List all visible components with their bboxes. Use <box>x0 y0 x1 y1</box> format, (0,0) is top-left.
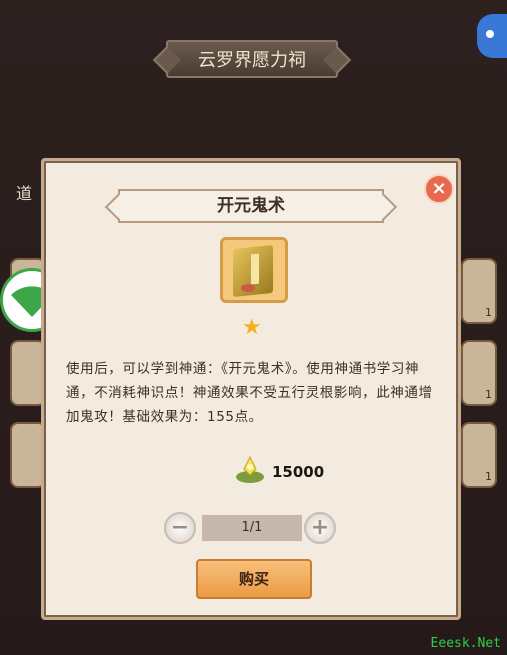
right-item-slot-2[interactable]: 1 <box>461 340 497 406</box>
star-icon: ★ <box>242 315 262 340</box>
right-item-slot-1[interactable]: 1 <box>461 258 497 324</box>
side-label: 道 <box>16 184 33 203</box>
item-qty: 1 <box>485 470 492 483</box>
item-qty: 1 <box>485 388 492 401</box>
watermark: Eeesk.Net <box>430 636 501 651</box>
shop-dialog: 开元鬼术 × ★ 使用后，可以学到神通：《开元鬼术》。使用神通书学习神通，不消耗… <box>41 158 461 620</box>
decrease-button[interactable]: − <box>164 512 196 544</box>
gem-decoration <box>241 284 255 292</box>
assistant-eye <box>486 30 494 38</box>
buy-button[interactable]: 购买 <box>196 559 312 599</box>
book-stripe <box>251 253 259 285</box>
assistant-icon[interactable] <box>477 14 507 58</box>
location-title: 云罗界愿力祠 <box>166 40 338 78</box>
dialog-title: 开元鬼术 <box>118 189 384 223</box>
increase-button[interactable]: + <box>304 512 336 544</box>
spirit-stone-icon <box>234 455 266 485</box>
skill-book-icon <box>220 237 288 303</box>
price-value: 15000 <box>272 463 325 481</box>
item-qty: 1 <box>485 306 492 319</box>
quantity-field[interactable]: 1/1 <box>202 515 302 541</box>
item-description: 使用后，可以学到神通：《开元鬼术》。使用神通书学习神通，不消耗神识点！神通效果不… <box>66 361 433 425</box>
close-button[interactable]: × <box>424 174 454 204</box>
right-item-slot-3[interactable]: 1 <box>461 422 497 488</box>
